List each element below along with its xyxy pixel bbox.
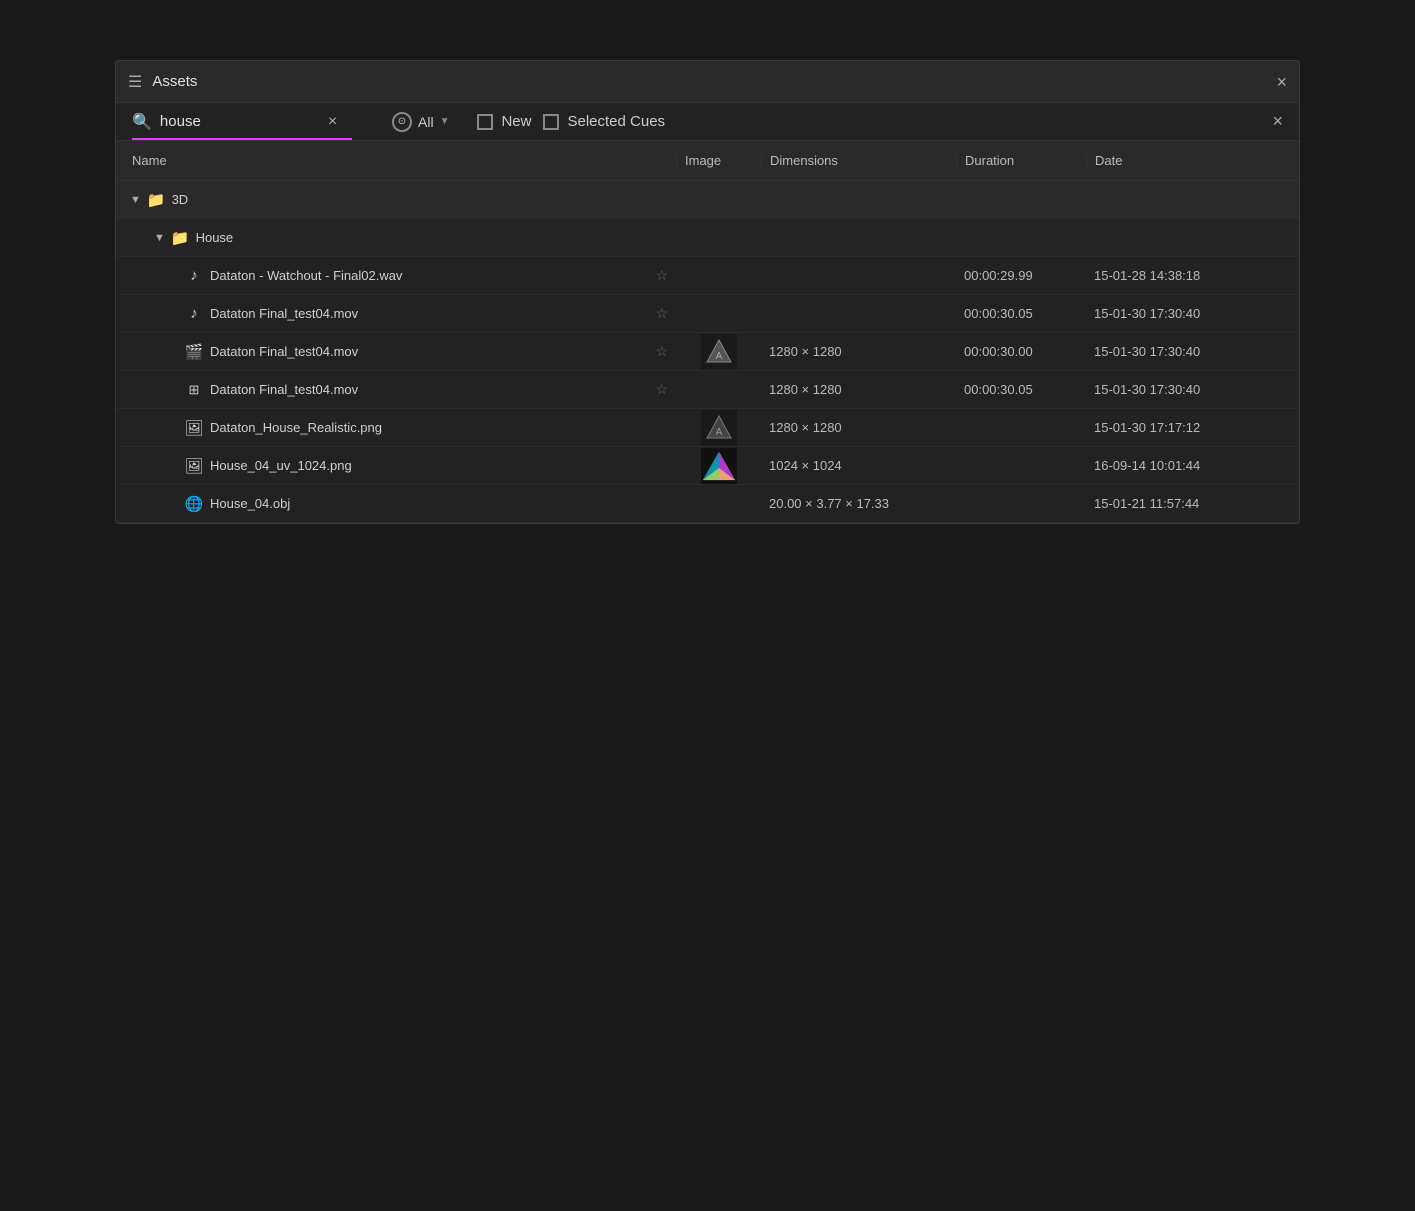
search-input[interactable] — [160, 113, 320, 130]
window-title: Assets — [152, 73, 197, 90]
folder-3d-row[interactable]: ▼ 📁 3D — [116, 181, 1299, 219]
video-icon: 🎬 — [184, 343, 204, 361]
file-name: Dataton_House_Realistic.png — [210, 420, 668, 435]
dark-triangle-thumbnail: A — [701, 334, 737, 370]
list-item[interactable]: ♪ Dataton - Watchout - Final02.wav ☆ 00:… — [116, 257, 1299, 295]
folder-3d-icon: 📁 — [147, 191, 166, 209]
search-bar: 🔍 × ⊙ All ▼ New Selected Cues × — [116, 103, 1299, 141]
col-name-header: Name — [116, 153, 676, 168]
folder-house-row[interactable]: ▼ 📁 House — [116, 219, 1299, 257]
image-icon: 🖼 — [184, 419, 204, 437]
filter-button[interactable]: ⊙ All ▼ — [392, 112, 449, 132]
file-dimensions: 1024 × 1024 — [761, 458, 956, 473]
file-image: A — [676, 410, 761, 446]
file-row-left: 🎬 Dataton Final_test04.mov ☆ — [116, 343, 676, 361]
search-underline — [132, 138, 352, 140]
list-item[interactable]: 🖼 Dataton_House_Realistic.png A 1280 × 1… — [116, 409, 1299, 447]
file-date: 15-01-30 17:30:40 — [1086, 382, 1299, 397]
title-bar: ☰ Assets × — [116, 61, 1299, 103]
file-duration: 00:00:29.99 — [956, 268, 1086, 283]
selected-cues-label: Selected Cues — [567, 113, 665, 130]
file-duration: 00:00:30.05 — [956, 306, 1086, 321]
svg-text:A: A — [715, 427, 722, 438]
file-date: 15-01-28 14:38:18 — [1086, 268, 1299, 283]
menu-icon[interactable]: ☰ — [128, 72, 142, 92]
star-icon[interactable]: ☆ — [655, 305, 668, 322]
file-row-left: ♪ Dataton Final_test04.mov ☆ — [116, 305, 676, 322]
filter-chevron-icon: ▼ — [440, 116, 450, 127]
star-icon[interactable]: ☆ — [655, 381, 668, 398]
file-dimensions: 1280 × 1280 — [761, 344, 956, 359]
file-row-left: 🌐 House_04.obj — [116, 495, 676, 513]
file-row-left: ⊞ Dataton Final_test04.mov ☆ — [116, 381, 676, 398]
file-name: House_04_uv_1024.png — [210, 458, 668, 473]
file-date: 15-01-30 17:30:40 — [1086, 306, 1299, 321]
file-row-left: 🖼 Dataton_House_Realistic.png — [116, 419, 676, 437]
folder-house-chevron-icon: ▼ — [154, 232, 165, 244]
file-date: 16-09-14 10:01:44 — [1086, 458, 1299, 473]
col-duration-header: Duration — [956, 153, 1086, 168]
file-image — [676, 448, 761, 484]
selected-cues-button[interactable]: Selected Cues — [543, 113, 665, 130]
col-date-header: Date — [1086, 153, 1299, 168]
file-image: A — [676, 334, 761, 370]
file-duration: 00:00:30.00 — [956, 344, 1086, 359]
list-item[interactable]: 🖼 House_04_uv_1024.png 1024 × 1024 16-09… — [116, 447, 1299, 485]
second-close-button[interactable]: × — [1272, 111, 1283, 132]
filter-label: All — [418, 114, 434, 130]
close-button[interactable]: × — [1276, 73, 1287, 91]
folder-3d-name: 3D — [172, 192, 668, 207]
file-name: Dataton Final_test04.mov — [210, 344, 645, 359]
col-dimensions-header: Dimensions — [761, 153, 956, 168]
list-item[interactable]: ♪ Dataton Final_test04.mov ☆ 00:00:30.05… — [116, 295, 1299, 333]
file-date: 15-01-30 17:30:40 — [1086, 344, 1299, 359]
list-item[interactable]: ⊞ Dataton Final_test04.mov ☆ 1280 × 1280… — [116, 371, 1299, 409]
audio-icon: ♪ — [184, 305, 204, 322]
file-name: Dataton Final_test04.mov — [210, 306, 645, 321]
folder-house-name: House — [196, 230, 668, 245]
star-icon[interactable]: ☆ — [655, 267, 668, 284]
search-icon: 🔍 — [132, 112, 152, 132]
file-row-left: ♪ Dataton - Watchout - Final02.wav ☆ — [116, 267, 676, 284]
column-headers: Name Image Dimensions Duration Date — [116, 141, 1299, 181]
subtitle-icon: ⊞ — [184, 382, 204, 398]
assets-window: ☰ Assets × 🔍 × ⊙ All ▼ New Selected Cues… — [115, 60, 1300, 524]
file-row-left: 🖼 House_04_uv_1024.png — [116, 457, 676, 475]
new-checkbox-icon — [477, 114, 493, 130]
title-bar-left: ☰ Assets — [128, 72, 197, 92]
dark-triangle-thumbnail-2: A — [701, 410, 737, 446]
list-item[interactable]: 🎬 Dataton Final_test04.mov ☆ A 1280 × 12… — [116, 333, 1299, 371]
colorful-triangle-thumbnail — [701, 448, 737, 484]
file-duration: 00:00:30.05 — [956, 382, 1086, 397]
file-tree: ▼ 📁 3D ▼ 📁 House — [116, 181, 1299, 523]
folder-3d-chevron-icon: ▼ — [130, 194, 141, 206]
filter-circle-icon: ⊙ — [392, 112, 412, 132]
file-name: Dataton - Watchout - Final02.wav — [210, 268, 645, 283]
folder-3d-left: ▼ 📁 3D — [116, 191, 676, 209]
star-icon[interactable]: ☆ — [655, 343, 668, 360]
file-dimensions: 1280 × 1280 — [761, 420, 956, 435]
folder-house-left: ▼ 📁 House — [116, 229, 676, 247]
audio-icon: ♪ — [184, 267, 204, 284]
selected-cues-checkbox-icon — [543, 114, 559, 130]
clear-search-button[interactable]: × — [328, 113, 337, 131]
file-dimensions: 1280 × 1280 — [761, 382, 956, 397]
file-date: 15-01-21 11:57:44 — [1086, 496, 1299, 511]
file-name: House_04.obj — [210, 496, 668, 511]
new-button[interactable]: New — [477, 113, 531, 130]
file-dimensions: 20.00 × 3.77 × 17.33 — [761, 496, 956, 511]
search-box: 🔍 × — [132, 112, 372, 132]
new-label: New — [501, 113, 531, 130]
list-item[interactable]: 🌐 House_04.obj 20.00 × 3.77 × 17.33 15-0… — [116, 485, 1299, 523]
svg-text:A: A — [715, 351, 722, 362]
file-name: Dataton Final_test04.mov — [210, 382, 645, 397]
image-icon: 🖼 — [184, 457, 204, 475]
folder-house-icon: 📁 — [171, 229, 190, 247]
col-image-header: Image — [676, 153, 761, 168]
globe-icon: 🌐 — [184, 495, 204, 513]
file-date: 15-01-30 17:17:12 — [1086, 420, 1299, 435]
